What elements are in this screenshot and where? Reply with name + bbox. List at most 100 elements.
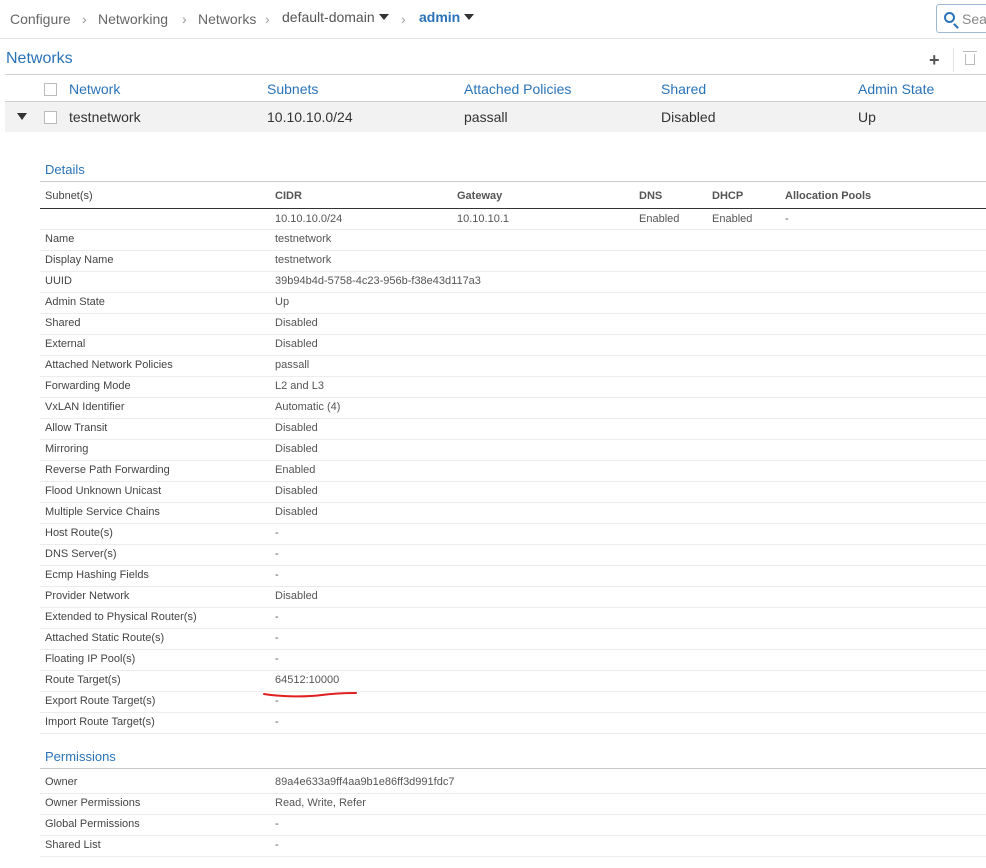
detail-value: Disabled bbox=[275, 443, 318, 455]
detail-value: Disabled bbox=[275, 485, 318, 497]
permission-value: Read, Write, Refer bbox=[275, 797, 366, 809]
column-admin-state[interactable]: Admin State bbox=[858, 81, 934, 97]
detail-label: Export Route Target(s) bbox=[45, 695, 156, 707]
detail-value: - bbox=[275, 527, 279, 539]
detail-value: Disabled bbox=[275, 422, 318, 434]
permission-row: Global Permissions - bbox=[40, 815, 986, 836]
breadcrumb-configure[interactable]: Configure bbox=[10, 11, 71, 27]
permission-row: Owner Permissions Read, Write, Refer bbox=[40, 794, 986, 815]
detail-value: - bbox=[275, 716, 279, 728]
cell-network: testnetwork bbox=[69, 109, 141, 125]
subnet-col-dhcp: DHCP bbox=[712, 190, 744, 202]
detail-row: Forwarding Mode L2 and L3 bbox=[40, 377, 986, 398]
permission-value: - bbox=[275, 818, 279, 830]
permission-row: Shared List - bbox=[40, 836, 986, 857]
section-divider bbox=[40, 181, 986, 182]
detail-row: Mirroring Disabled bbox=[40, 440, 986, 461]
details-title: Details bbox=[45, 162, 85, 177]
expand-toggle-icon[interactable] bbox=[17, 113, 27, 120]
chevron-down-icon bbox=[378, 14, 389, 20]
detail-label: Shared bbox=[45, 317, 81, 329]
column-attached-policies[interactable]: Attached Policies bbox=[464, 81, 571, 97]
detail-label: Flood Unknown Unicast bbox=[45, 485, 162, 497]
detail-label: Allow Transit bbox=[45, 422, 108, 434]
detail-row: Provider Network Disabled bbox=[40, 587, 986, 608]
detail-row: VxLAN Identifier Automatic (4) bbox=[40, 398, 986, 419]
detail-row: Reverse Path Forwarding Enabled bbox=[40, 461, 986, 482]
detail-row: DNS Server(s) - bbox=[40, 545, 986, 566]
permission-row: Owner 89a4e633a9ff4aa9b1e86ff3d991fdc7 bbox=[40, 773, 986, 794]
detail-value: Disabled bbox=[275, 506, 318, 518]
project-dropdown-label: admin bbox=[419, 9, 461, 25]
detail-row: External Disabled bbox=[40, 335, 986, 356]
detail-value: 39b94b4d-5758-4c23-956b-f38e43d117a3 bbox=[275, 275, 481, 287]
subnet-col-dns: DNS bbox=[639, 190, 663, 202]
project-dropdown[interactable]: admin bbox=[419, 9, 475, 25]
detail-value: testnetwork bbox=[275, 233, 332, 245]
trash-icon[interactable] bbox=[963, 51, 977, 65]
select-all-checkbox[interactable] bbox=[44, 83, 57, 96]
detail-label: External bbox=[45, 338, 86, 350]
domain-dropdown[interactable]: default-domain bbox=[282, 9, 389, 25]
row-checkbox[interactable] bbox=[44, 111, 57, 124]
detail-value: 64512:10000 bbox=[275, 674, 340, 686]
permission-label: Shared List bbox=[45, 839, 101, 851]
detail-row: Extended to Physical Router(s) - bbox=[40, 608, 986, 629]
subnet-cidr: 10.10.10.0/24 bbox=[275, 213, 343, 225]
detail-value: testnetwork bbox=[275, 254, 332, 266]
detail-label: Name bbox=[45, 233, 75, 245]
permissions-title: Permissions bbox=[45, 749, 116, 764]
annotation-underline bbox=[263, 692, 357, 698]
column-shared[interactable]: Shared bbox=[661, 81, 706, 97]
permission-value: 89a4e633a9ff4aa9b1e86ff3d991fdc7 bbox=[275, 776, 455, 788]
subnet-col-pools: Allocation Pools bbox=[785, 190, 872, 202]
subnet-table-header: Subnet(s) CIDR Gateway DNS DHCP Allocati… bbox=[40, 186, 986, 209]
detail-label: UUID bbox=[45, 275, 72, 287]
page-title: Networks bbox=[6, 50, 73, 67]
detail-label: Attached Static Route(s) bbox=[45, 632, 165, 644]
permission-label: Owner bbox=[45, 776, 78, 788]
subnet-row: 10.10.10.0/24 10.10.10.1 Enabled Enabled… bbox=[40, 209, 986, 230]
breadcrumb-networks[interactable]: Networks bbox=[198, 11, 256, 27]
detail-label: Forwarding Mode bbox=[45, 380, 131, 392]
column-subnets[interactable]: Subnets bbox=[267, 81, 318, 97]
detail-value: - bbox=[275, 611, 279, 623]
detail-label: VxLAN Identifier bbox=[45, 401, 125, 413]
detail-label: Admin State bbox=[45, 296, 105, 308]
detail-value: L2 and L3 bbox=[275, 380, 324, 392]
detail-value: - bbox=[275, 632, 279, 644]
column-network[interactable]: Network bbox=[69, 81, 120, 97]
detail-row: Flood Unknown Unicast Disabled bbox=[40, 482, 986, 503]
search-placeholder: Sear bbox=[962, 11, 986, 27]
subnet-gateway: 10.10.10.1 bbox=[457, 213, 509, 225]
detail-value: - bbox=[275, 548, 279, 560]
detail-row: Allow Transit Disabled bbox=[40, 419, 986, 440]
cell-admin-state: Up bbox=[858, 109, 876, 125]
cell-policies: passall bbox=[464, 109, 508, 125]
detail-row: Export Route Target(s) - bbox=[40, 692, 986, 713]
detail-value: Automatic (4) bbox=[275, 401, 341, 413]
table-row[interactable]: testnetwork 10.10.10.0/24 passall Disabl… bbox=[5, 102, 986, 132]
detail-value: Disabled bbox=[275, 338, 318, 350]
detail-row: Shared Disabled bbox=[40, 314, 986, 335]
detail-label: Mirroring bbox=[45, 443, 89, 455]
detail-label: Floating IP Pool(s) bbox=[45, 653, 136, 665]
detail-value: Enabled bbox=[275, 464, 316, 476]
subnet-col-cidr: CIDR bbox=[275, 190, 302, 202]
toolbar-divider bbox=[953, 48, 954, 72]
breadcrumb-networking[interactable]: Networking bbox=[98, 11, 168, 27]
subnet-dns: Enabled bbox=[639, 213, 680, 225]
detail-value: - bbox=[275, 653, 279, 665]
subnet-pools: - bbox=[785, 213, 789, 225]
chevron-down-icon bbox=[464, 14, 475, 20]
detail-row: Route Target(s) 64512:10000 bbox=[40, 671, 986, 692]
permission-value: - bbox=[275, 839, 279, 851]
detail-row: Floating IP Pool(s) - bbox=[40, 650, 986, 671]
plus-icon[interactable]: + bbox=[929, 50, 940, 71]
detail-row: Ecmp Hashing Fields - bbox=[40, 566, 986, 587]
detail-value: - bbox=[275, 569, 279, 581]
detail-label: Ecmp Hashing Fields bbox=[45, 569, 149, 581]
breadcrumb-separator: › bbox=[401, 11, 406, 27]
detail-row: Multiple Service Chains Disabled bbox=[40, 503, 986, 524]
search-input[interactable]: Sear bbox=[936, 4, 986, 33]
